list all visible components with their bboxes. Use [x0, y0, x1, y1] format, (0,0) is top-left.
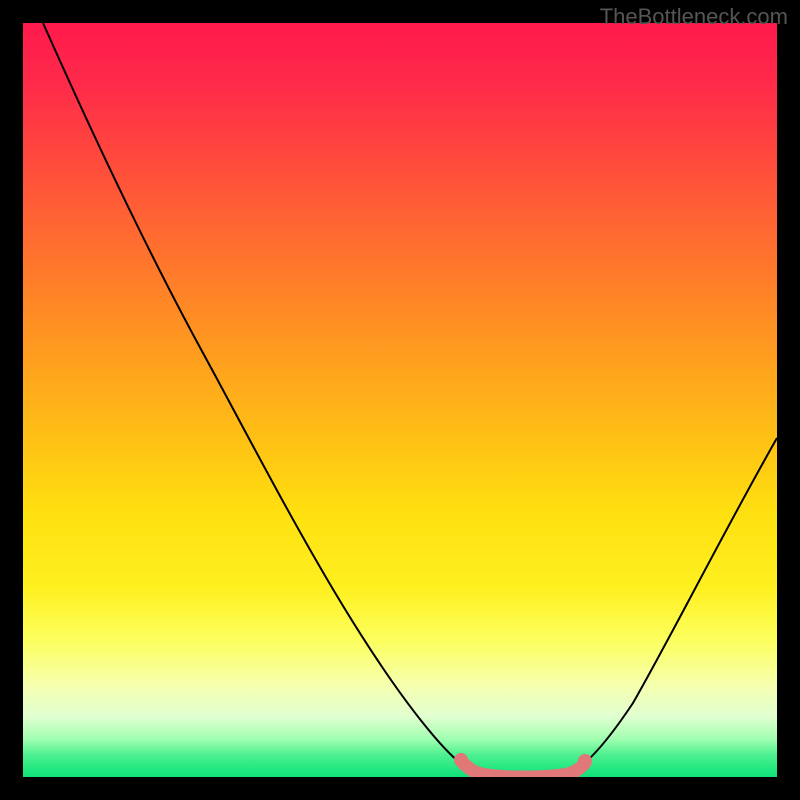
watermark-text: TheBottleneck.com	[600, 4, 788, 30]
bottleneck-curve-line	[43, 23, 777, 775]
optimal-zone-dot-left	[454, 753, 468, 767]
optimal-zone-dot-right	[578, 754, 592, 768]
bottleneck-chart	[23, 23, 777, 777]
optimal-zone-marker	[461, 761, 585, 777]
